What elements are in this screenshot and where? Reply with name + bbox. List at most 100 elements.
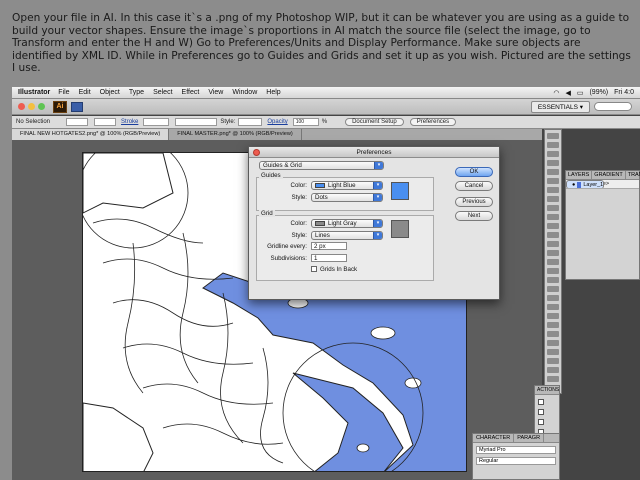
layers-panel: LAYERS GRADIENT TRAN ● Layer_1 ● <Image> [565, 170, 640, 280]
guides-color-chip [315, 183, 325, 188]
bridge-icon[interactable] [71, 101, 83, 112]
action-toggle[interactable] [538, 409, 544, 415]
control-bar: No Selection Stroke Style: Opacity 100 %… [12, 116, 640, 129]
menu-view[interactable]: View [208, 89, 223, 96]
menu-edit[interactable]: Edit [79, 89, 91, 96]
minimize-window-icon[interactable] [28, 103, 35, 110]
tab-gradient[interactable]: GRADIENT [592, 171, 626, 179]
subdivisions-input[interactable]: 1 [311, 254, 347, 262]
search-input[interactable] [594, 102, 632, 111]
mesh-tool-icon[interactable] [547, 295, 559, 301]
slice-tool-icon[interactable] [547, 358, 559, 364]
tutorial-caption: Open your file in AI. In this case it`s … [12, 12, 631, 75]
direct-selection-tool-icon[interactable] [547, 142, 559, 148]
stroke-weight-field[interactable] [143, 118, 170, 126]
opacity-field[interactable]: 100 [292, 118, 319, 126]
zoom-tool-icon[interactable] [547, 376, 559, 382]
rotate-tool-icon[interactable] [547, 241, 559, 247]
previous-button[interactable]: Previous [455, 197, 493, 207]
guides-style-dropdown[interactable]: Dots ▾ [311, 193, 383, 202]
tab-layers[interactable]: LAYERS [566, 171, 593, 179]
style-dropdown[interactable] [238, 118, 263, 126]
document-setup-button[interactable]: Document Setup [345, 118, 404, 126]
selection-tool-icon[interactable] [547, 133, 559, 139]
next-button[interactable]: Next [455, 211, 493, 221]
tools-panel [544, 129, 562, 394]
grids-in-back-label: Grids In Back [320, 266, 358, 273]
scale-tool-icon[interactable] [547, 250, 559, 256]
eye-icon[interactable]: ● [572, 182, 575, 188]
gridline-input[interactable]: 2 px [311, 242, 347, 250]
font-style-field[interactable]: Regular [476, 457, 556, 465]
pencil-tool-icon[interactable] [547, 214, 559, 220]
action-toggle[interactable] [538, 399, 544, 405]
rectangle-tool-icon[interactable] [547, 196, 559, 202]
zoom-window-icon[interactable] [38, 103, 45, 110]
hand-tool-icon[interactable] [547, 367, 559, 373]
window-controls [18, 103, 45, 110]
guides-color-dropdown[interactable]: Light Blue ▾ [311, 181, 383, 190]
brush-dropdown[interactable] [175, 118, 218, 126]
perspective-tool-icon[interactable] [547, 286, 559, 292]
tab-transparency[interactable]: TRAN [626, 171, 640, 179]
lasso-tool-icon[interactable] [547, 160, 559, 166]
blend-tool-icon[interactable] [547, 322, 559, 328]
actions-title[interactable]: ACTIONS [535, 386, 559, 395]
wifi-icon[interactable]: ◠ [553, 89, 559, 97]
gradient-tool-icon[interactable] [547, 304, 559, 310]
paintbrush-tool-icon[interactable] [547, 205, 559, 211]
document-tabs: FINAL NEW HOTGATES2.png* @ 100% (RGB/Pre… [12, 129, 542, 140]
guides-color-swatch[interactable] [391, 182, 409, 200]
preferences-button[interactable]: Preferences [409, 118, 457, 126]
menu-help[interactable]: Help [266, 89, 280, 96]
grid-style-dropdown[interactable]: Lines ▾ [311, 231, 383, 240]
opacity-link[interactable]: Opacity [267, 119, 287, 125]
free-transform-tool-icon[interactable] [547, 268, 559, 274]
cancel-button[interactable]: Cancel [455, 181, 493, 191]
stroke-swatch[interactable] [94, 118, 117, 126]
action-toggle[interactable] [538, 419, 544, 425]
menu-select[interactable]: Select [153, 89, 172, 96]
workspace-switcher[interactable]: ESSENTIALS ▾ [530, 100, 590, 113]
layer-row[interactable]: ● Layer_1 [566, 180, 605, 189]
app-menu[interactable]: Illustrator [18, 89, 50, 96]
line-tool-icon[interactable] [547, 187, 559, 193]
tab-final-master[interactable]: FINAL MASTER.png* @ 100% (RGB/Preview) [169, 129, 302, 140]
blob-brush-tool-icon[interactable] [547, 223, 559, 229]
subdivisions-label: Subdivisions: [270, 255, 307, 262]
font-family-field[interactable]: Myriad Pro [476, 446, 556, 454]
close-window-icon[interactable] [18, 103, 25, 110]
stroke-link[interactable]: Stroke [121, 119, 138, 125]
guides-style-value: Dots [315, 194, 328, 201]
type-tool-icon[interactable] [547, 178, 559, 184]
selection-status: No Selection [16, 119, 51, 125]
menu-effect[interactable]: Effect [182, 89, 200, 96]
tab-character[interactable]: CHARACTER [473, 434, 515, 442]
magic-wand-tool-icon[interactable] [547, 151, 559, 157]
menu-window[interactable]: Window [232, 89, 257, 96]
grid-color-dropdown[interactable]: Light Gray ▾ [311, 219, 383, 228]
tab-hotgates[interactable]: FINAL NEW HOTGATES2.png* @ 100% (RGB/Pre… [12, 129, 170, 140]
symbol-sprayer-tool-icon[interactable] [547, 331, 559, 337]
category-dropdown[interactable]: Guides & Grid ▾ [259, 161, 384, 170]
volume-icon[interactable]: ◀ [565, 89, 570, 97]
graph-tool-icon[interactable] [547, 340, 559, 346]
grid-color-value: Light Gray [328, 220, 357, 227]
grid-color-swatch[interactable] [391, 220, 409, 238]
grids-in-back-checkbox[interactable] [311, 266, 317, 272]
fill-swatch[interactable] [66, 118, 89, 126]
battery-icon[interactable]: ▭ [577, 89, 584, 97]
warp-tool-icon[interactable] [547, 259, 559, 265]
tab-paragraph[interactable]: PARAGR [514, 434, 545, 442]
ok-button[interactable]: OK [455, 167, 493, 177]
eyedropper-tool-icon[interactable] [547, 313, 559, 319]
close-dialog-icon[interactable] [253, 149, 260, 156]
grid-color-label: Color: [290, 220, 307, 227]
artboard-tool-icon[interactable] [547, 349, 559, 355]
menu-file[interactable]: File [58, 89, 69, 96]
menu-object[interactable]: Object [100, 89, 120, 96]
shape-builder-tool-icon[interactable] [547, 277, 559, 283]
pen-tool-icon[interactable] [547, 169, 559, 175]
eraser-tool-icon[interactable] [547, 232, 559, 238]
menu-type[interactable]: Type [129, 89, 144, 96]
